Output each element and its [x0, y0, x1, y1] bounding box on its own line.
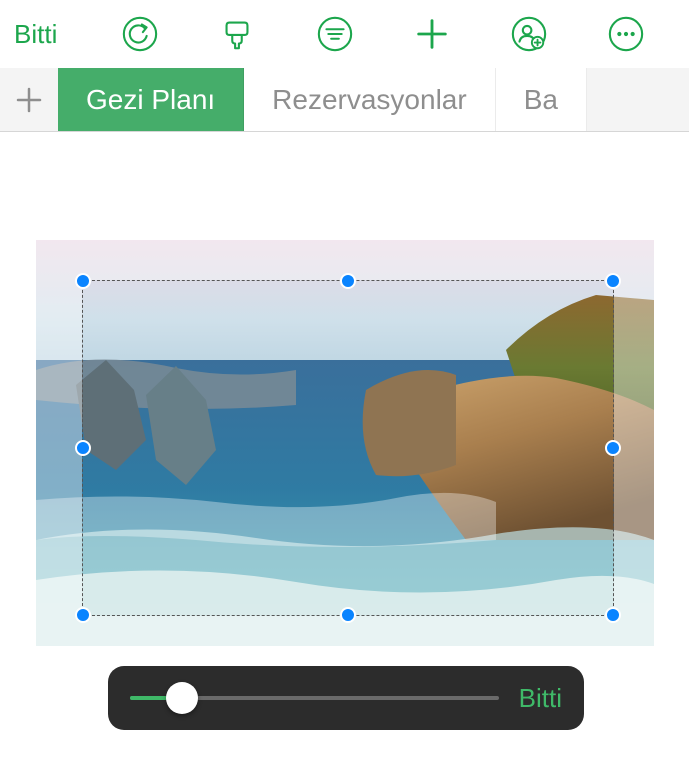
more-icon [607, 15, 645, 53]
done-button[interactable]: Bitti [14, 19, 71, 50]
add-button[interactable] [410, 12, 454, 56]
filter-button[interactable] [313, 12, 357, 56]
tab-gezi-plani[interactable]: Gezi Planı [58, 68, 244, 131]
crop-handle-e[interactable] [605, 440, 621, 456]
tab-label: Ba [524, 84, 558, 116]
share-person-icon [510, 15, 548, 53]
crop-handle-s[interactable] [340, 607, 356, 623]
plus-icon [14, 85, 44, 115]
undo-icon [121, 15, 159, 53]
filter-icon [316, 15, 354, 53]
mask-done-button[interactable]: Bitti [519, 683, 562, 714]
tab-label: Gezi Planı [86, 84, 215, 116]
top-toolbar: Bitti [0, 0, 689, 68]
crop-handle-nw[interactable] [75, 273, 91, 289]
crop-handle-n[interactable] [340, 273, 356, 289]
format-brush-icon [218, 15, 256, 53]
toolbar-icons-group [85, 12, 675, 56]
undo-button[interactable] [118, 12, 162, 56]
share-button[interactable] [507, 12, 551, 56]
add-sheet-button[interactable] [0, 68, 58, 131]
tab-label: Rezervasyonlar [272, 84, 467, 116]
selected-image[interactable] [36, 240, 654, 646]
crop-handle-w[interactable] [75, 440, 91, 456]
slider-thumb[interactable] [166, 682, 198, 714]
tab-truncated[interactable]: Ba [496, 68, 587, 131]
document-canvas: Bitti [0, 132, 689, 771]
crop-handle-se[interactable] [605, 607, 621, 623]
tab-rezervasyonlar[interactable]: Rezervasyonlar [244, 68, 496, 131]
mask-zoom-slider[interactable] [130, 687, 499, 709]
format-button[interactable] [215, 12, 259, 56]
coastal-cliffs-photo [36, 240, 654, 646]
more-button[interactable] [604, 12, 648, 56]
crop-handle-sw[interactable] [75, 607, 91, 623]
sheet-tabs: Gezi Planı Rezervasyonlar Ba [0, 68, 689, 132]
crop-handle-ne[interactable] [605, 273, 621, 289]
mask-tool-bar: Bitti [108, 666, 584, 730]
plus-icon [413, 15, 451, 53]
